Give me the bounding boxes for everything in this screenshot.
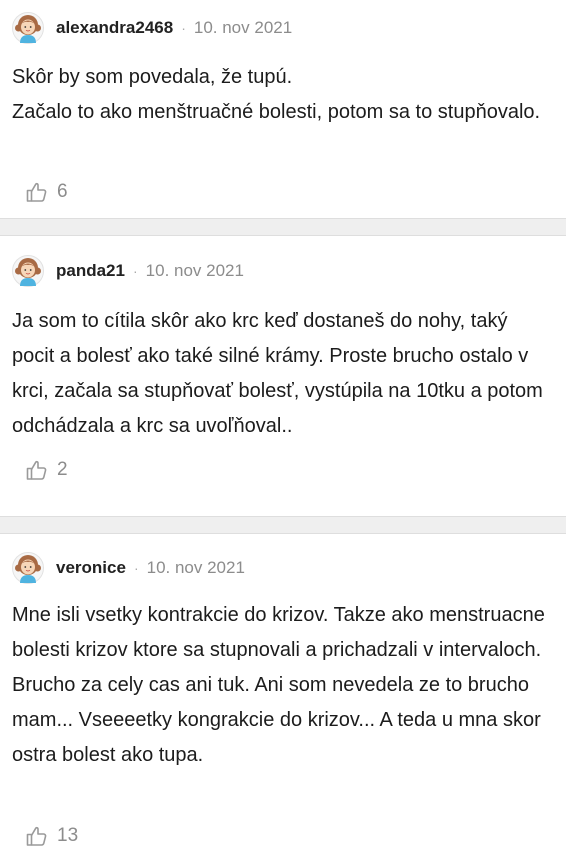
comment-divider — [0, 516, 566, 534]
comment-date: 10. nov 2021 — [145, 261, 244, 280]
comment-text: Mne isli vsetky kontrakcie do krizov. Ta… — [12, 604, 551, 766]
girl-avatar-icon[interactable] — [12, 255, 44, 287]
comment-header: alexandra2468 · 10. nov 2021 — [12, 12, 292, 44]
like-count: 6 — [57, 181, 68, 202]
thumbs-up-icon — [25, 180, 49, 204]
username[interactable]: veronice — [56, 558, 126, 578]
comment-divider — [0, 218, 566, 236]
comment-2: panda21 · 10. nov 2021 Ja som to cítila … — [0, 236, 566, 516]
thumbs-up-icon — [25, 824, 49, 848]
comment-1: alexandra2468 · 10. nov 2021 Skôr by som… — [0, 0, 566, 218]
thumbs-up-icon — [25, 458, 49, 482]
separator-dot: · — [133, 560, 139, 576]
comment-date: 10. nov 2021 — [146, 558, 245, 577]
username[interactable]: alexandra2468 — [56, 18, 173, 38]
comment-date: 10. nov 2021 — [193, 18, 293, 37]
girl-avatar-icon[interactable] — [12, 552, 44, 584]
separator-dot: · — [132, 263, 138, 279]
comment-text: Ja som to cítila skôr ako krc keď dostan… — [12, 310, 549, 437]
girl-avatar-icon[interactable] — [12, 12, 44, 44]
like-button[interactable]: 13 — [25, 824, 78, 848]
separator-dot: · — [181, 20, 186, 36]
comment-header: veronice · 10. nov 2021 — [12, 552, 245, 584]
like-button[interactable]: 2 — [25, 458, 68, 482]
username[interactable]: panda21 — [56, 261, 125, 281]
like-button[interactable]: 6 — [25, 180, 68, 204]
comment-text: Skôr by som povedala, že tupú. Začalo to… — [12, 66, 541, 123]
comment-header: panda21 · 10. nov 2021 — [12, 255, 244, 287]
like-count: 2 — [57, 459, 68, 480]
comment-3: veronice · 10. nov 2021 Mne isli vsetky … — [0, 534, 566, 864]
